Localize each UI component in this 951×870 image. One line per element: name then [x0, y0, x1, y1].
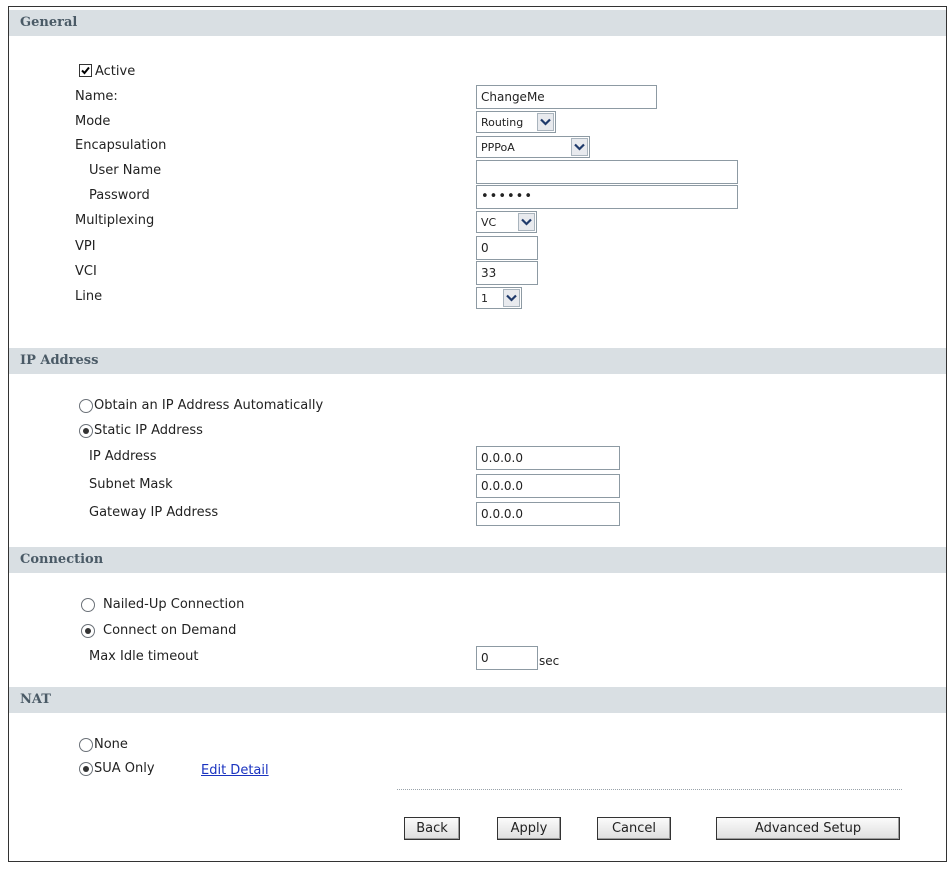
line-select[interactable]: 1 — [476, 287, 522, 309]
mode-select[interactable]: Routing — [476, 111, 556, 133]
multiplexing-select[interactable]: VC — [476, 211, 537, 233]
gateway-ip-input[interactable] — [476, 502, 620, 526]
cancel-button[interactable]: Cancel — [597, 817, 671, 840]
connect-on-demand-radio[interactable] — [81, 624, 95, 638]
name-label: Name: — [75, 89, 118, 104]
mode-select-value: Routing — [481, 115, 524, 129]
ip-address-label: IP Address — [89, 449, 157, 464]
multiplexing-label: Multiplexing — [75, 213, 155, 228]
obtain-ip-auto-radio[interactable] — [79, 399, 93, 413]
nailed-up-connection-radio[interactable] — [81, 598, 95, 612]
section-header-nat: NAT — [9, 687, 946, 713]
active-label: Active — [95, 64, 136, 79]
vci-input[interactable] — [476, 261, 538, 285]
name-input[interactable] — [476, 85, 657, 109]
subnet-mask-input[interactable] — [476, 474, 620, 498]
button-divider — [397, 789, 902, 790]
nat-none-label: None — [94, 737, 128, 752]
gateway-ip-label: Gateway IP Address — [89, 505, 219, 520]
chevron-down-icon — [571, 138, 588, 156]
nat-sua-only-label: SUA Only — [94, 761, 155, 776]
chevron-down-icon — [503, 289, 520, 307]
obtain-ip-auto-label: Obtain an IP Address Automatically — [94, 398, 324, 413]
nailed-up-connection-label: Nailed-Up Connection — [103, 597, 245, 612]
back-button[interactable]: Back — [404, 817, 460, 840]
max-idle-unit: sec — [539, 654, 560, 668]
chevron-down-icon — [537, 113, 554, 131]
vpi-label: VPI — [75, 239, 96, 254]
subnet-mask-label: Subnet Mask — [89, 477, 173, 492]
vpi-input[interactable] — [476, 236, 538, 260]
encapsulation-select[interactable]: PPPoA — [476, 136, 590, 158]
connect-on-demand-label: Connect on Demand — [103, 623, 237, 638]
static-ip-radio[interactable] — [79, 424, 93, 438]
encapsulation-label: Encapsulation — [75, 138, 167, 153]
edit-detail-link[interactable]: Edit Detail — [201, 762, 269, 780]
apply-button[interactable]: Apply — [497, 817, 561, 840]
user-name-label: User Name — [89, 163, 162, 178]
advanced-setup-button[interactable]: Advanced Setup — [716, 817, 900, 840]
max-idle-timeout-label: Max Idle timeout — [89, 649, 199, 664]
encapsulation-select-value: PPPoA — [481, 140, 515, 154]
nat-sua-only-radio[interactable] — [79, 762, 93, 776]
static-ip-label: Static IP Address — [94, 423, 203, 438]
ip-address-input[interactable] — [476, 446, 620, 470]
vci-label: VCI — [75, 264, 97, 279]
user-name-input[interactable] — [476, 160, 738, 184]
nat-none-radio[interactable] — [79, 738, 93, 752]
checkmark-icon — [81, 66, 90, 75]
line-label: Line — [75, 289, 103, 304]
wan-setup-form: General Active Name: Mode Routing Encaps… — [8, 6, 947, 862]
section-header-connection: Connection — [9, 547, 946, 573]
section-header-ip-address: IP Address — [9, 348, 946, 374]
multiplexing-select-value: VC — [481, 215, 497, 229]
password-input[interactable]: •••••• — [476, 185, 738, 209]
max-idle-timeout-input[interactable] — [476, 646, 538, 670]
mode-label: Mode — [75, 114, 111, 129]
password-label: Password — [89, 188, 150, 203]
chevron-down-icon — [518, 213, 535, 231]
section-header-general: General — [9, 10, 946, 36]
line-select-value: 1 — [481, 291, 488, 305]
active-checkbox[interactable] — [79, 64, 92, 77]
